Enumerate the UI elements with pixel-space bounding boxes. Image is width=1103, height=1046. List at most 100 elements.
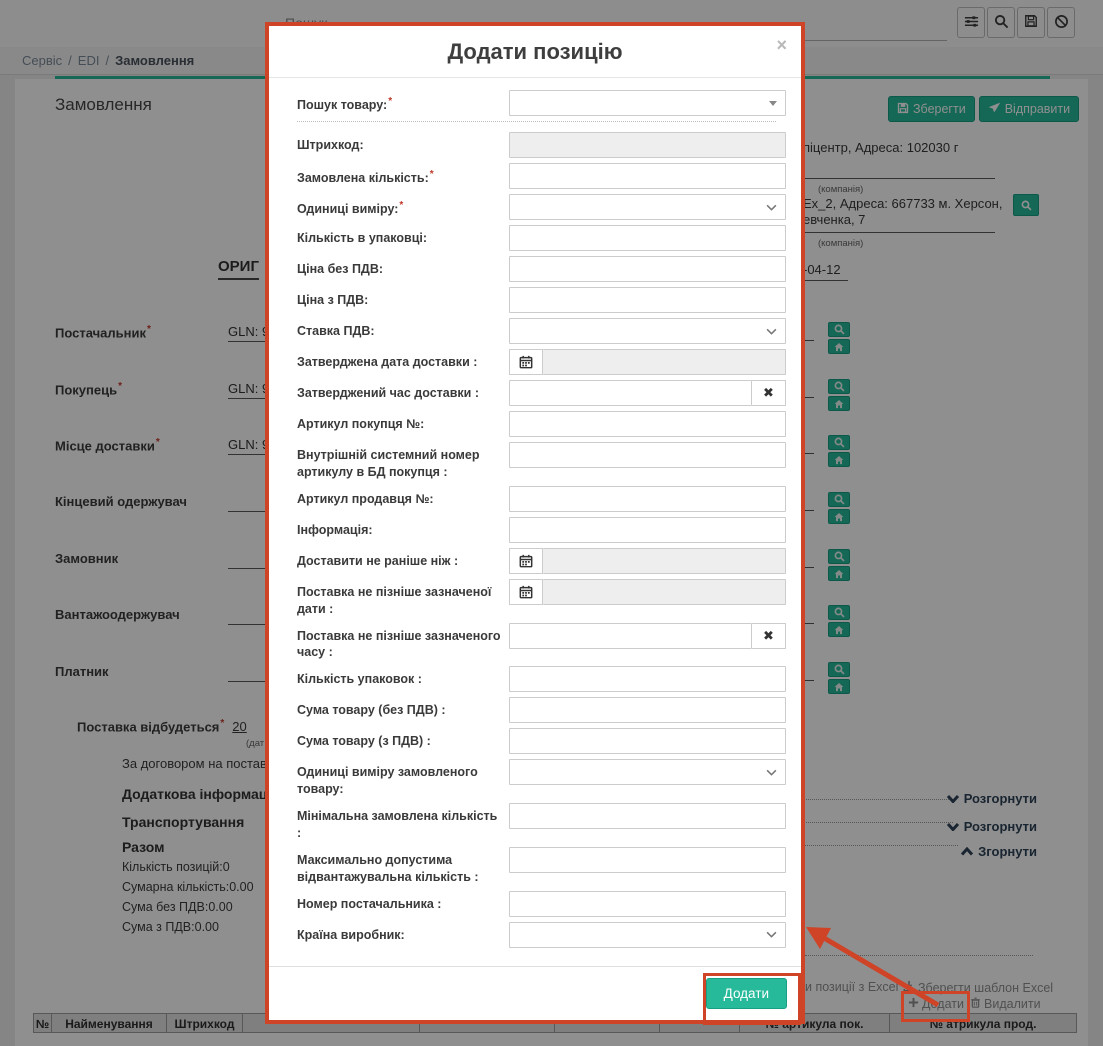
max-shipping-qty-input[interactable] — [509, 847, 786, 873]
buyer-article-input[interactable] — [509, 411, 786, 437]
field-label-buyer-article: Артикул покупця №: — [297, 411, 509, 433]
product-search-dropdown[interactable] — [509, 90, 786, 116]
price-vat-input[interactable] — [509, 287, 786, 313]
deliver-not-earlier-group — [509, 548, 786, 574]
field-row-confirmed-delivery-date: Затверджена дата доставки : — [297, 349, 776, 375]
field-row-barcode: Штрихкод: — [297, 132, 776, 158]
field-control-deliver-not-earlier — [509, 548, 786, 574]
chevron-down-icon — [766, 204, 777, 211]
chevron-down-icon — [766, 769, 777, 776]
required-star: * — [430, 169, 434, 180]
modal-title: Додати позицію — [447, 39, 622, 64]
field-label-min-ordered-qty: Мінімальна замовлена кількість : — [297, 803, 509, 842]
field-label-supplier-number: Номер постачальника : — [297, 891, 509, 913]
dropdown-caret-icon — [769, 101, 777, 106]
field-row-price-no-vat: Ціна без ПДВ: — [297, 256, 776, 282]
delivery-not-later-date-group — [509, 579, 786, 605]
confirmed-delivery-time-group: ✖ — [509, 380, 786, 406]
field-label-price-vat: Ціна з ПДВ: — [297, 287, 509, 309]
field-row-internal-article-number: Внутрішній системний номер артикулу в БД… — [297, 442, 776, 481]
field-control-delivery-not-later-date — [509, 579, 786, 605]
barcode-input — [509, 132, 786, 158]
required-star: * — [399, 200, 403, 211]
confirmed-delivery-date-group — [509, 349, 786, 375]
field-label-vat-rate: Ставка ПДВ: — [297, 318, 509, 340]
ordered-uom-select[interactable] — [509, 759, 786, 785]
packages-count-input[interactable] — [509, 666, 786, 692]
clear-icon[interactable]: ✖ — [752, 623, 786, 649]
field-label-sum-vat: Сума товару (з ПДВ) : — [297, 728, 509, 750]
close-icon[interactable]: × — [776, 36, 787, 54]
field-control-buyer-article — [509, 411, 786, 437]
field-row-min-ordered-qty: Мінімальна замовлена кількість : — [297, 803, 776, 842]
field-label-packages-count: Кількість упаковок : — [297, 666, 509, 688]
field-row-packages-count: Кількість упаковок : — [297, 666, 776, 692]
ordered-qty-input[interactable] — [509, 163, 786, 189]
calendar-icon[interactable] — [509, 349, 543, 375]
field-label-qty-per-pack: Кількість в упаковці: — [297, 225, 509, 247]
info-input[interactable] — [509, 517, 786, 543]
field-control-price-vat — [509, 287, 786, 313]
field-control-info — [509, 517, 786, 543]
chevron-down-icon — [766, 931, 777, 938]
modal-form: Пошук товару:* Штрихкод: Замовлена кількіс… — [269, 78, 801, 966]
field-row-vat-rate: Ставка ПДВ: — [297, 318, 776, 344]
field-control-internal-article-number — [509, 442, 786, 468]
vat-rate-select[interactable] — [509, 318, 786, 344]
field-row-qty-per-pack: Кількість в упаковці: — [297, 225, 776, 251]
field-label-ordered-qty: Замовлена кількість:* — [297, 163, 509, 187]
field-control-confirmed-delivery-date — [509, 349, 786, 375]
producer-country-select[interactable] — [509, 922, 786, 948]
modal-add-button[interactable]: Додати — [706, 978, 787, 1009]
field-row-sum-vat: Сума товару (з ПДВ) : — [297, 728, 776, 754]
supplier-number-input[interactable] — [509, 891, 786, 917]
modal-header: Додати позицію × — [269, 26, 801, 78]
field-label-confirmed-delivery-date: Затверджена дата доставки : — [297, 349, 509, 371]
field-control-qty-per-pack — [509, 225, 786, 251]
calendar-icon[interactable] — [509, 548, 543, 574]
field-label-product-search: Пошук товару:* — [297, 90, 509, 114]
qty-per-pack-input[interactable] — [509, 225, 786, 251]
field-control-sum-vat — [509, 728, 786, 754]
field-label-internal-article-number: Внутрішній системний номер артикулу в БД… — [297, 442, 509, 481]
internal-article-number-input[interactable] — [509, 442, 786, 468]
field-row-product-search: Пошук товару:* — [297, 90, 776, 116]
field-control-producer-country — [509, 922, 786, 948]
field-label-delivery-not-later-date: Поставка не пізніше зазначеної дати : — [297, 579, 509, 618]
field-control-uom — [509, 194, 786, 220]
field-control-ordered-qty — [509, 163, 786, 189]
sum-vat-input[interactable] — [509, 728, 786, 754]
confirmed-delivery-date-input — [543, 349, 786, 375]
field-label-barcode: Штрихкод: — [297, 132, 509, 154]
field-label-max-shipping-qty: Максимально допустима відвантажувальна к… — [297, 847, 509, 886]
min-ordered-qty-input[interactable] — [509, 803, 786, 829]
price-no-vat-input[interactable] — [509, 256, 786, 282]
required-star: * — [388, 96, 392, 107]
delivery-not-later-time-group: ✖ — [509, 623, 786, 649]
field-row-sum-no-vat: Сума товару (без ПДВ) : — [297, 697, 776, 723]
field-label-ordered-uom: Одиниці виміру замовленого товару: — [297, 759, 509, 798]
calendar-icon[interactable] — [509, 579, 543, 605]
field-label-price-no-vat: Ціна без ПДВ: — [297, 256, 509, 278]
modal-footer: Додати — [269, 966, 801, 1020]
uom-select[interactable] — [509, 194, 786, 220]
field-row-delivery-not-later-time: Поставка не пізніше зазначеного часу :✖ — [297, 623, 776, 662]
clear-icon[interactable]: ✖ — [752, 380, 786, 406]
field-control-seller-article — [509, 486, 786, 512]
field-row-delivery-not-later-date: Поставка не пізніше зазначеної дати : — [297, 579, 776, 618]
field-row-producer-country: Країна виробник: — [297, 922, 776, 948]
delivery-not-later-time-input[interactable] — [509, 623, 752, 649]
field-row-uom: Одиниці виміру:* — [297, 194, 776, 220]
field-control-delivery-not-later-time: ✖ — [509, 623, 786, 649]
field-label-uom: Одиниці виміру:* — [297, 194, 509, 218]
confirmed-delivery-time-input[interactable] — [509, 380, 752, 406]
sum-no-vat-input[interactable] — [509, 697, 786, 723]
field-control-price-no-vat — [509, 256, 786, 282]
field-row-max-shipping-qty: Максимально допустима відвантажувальна к… — [297, 847, 776, 886]
form-divider — [297, 121, 776, 122]
field-label-delivery-not-later-time: Поставка не пізніше зазначеного часу : — [297, 623, 509, 662]
deliver-not-earlier-input — [543, 548, 786, 574]
chevron-down-icon — [766, 328, 777, 335]
seller-article-input[interactable] — [509, 486, 786, 512]
field-row-info: Інформація: — [297, 517, 776, 543]
